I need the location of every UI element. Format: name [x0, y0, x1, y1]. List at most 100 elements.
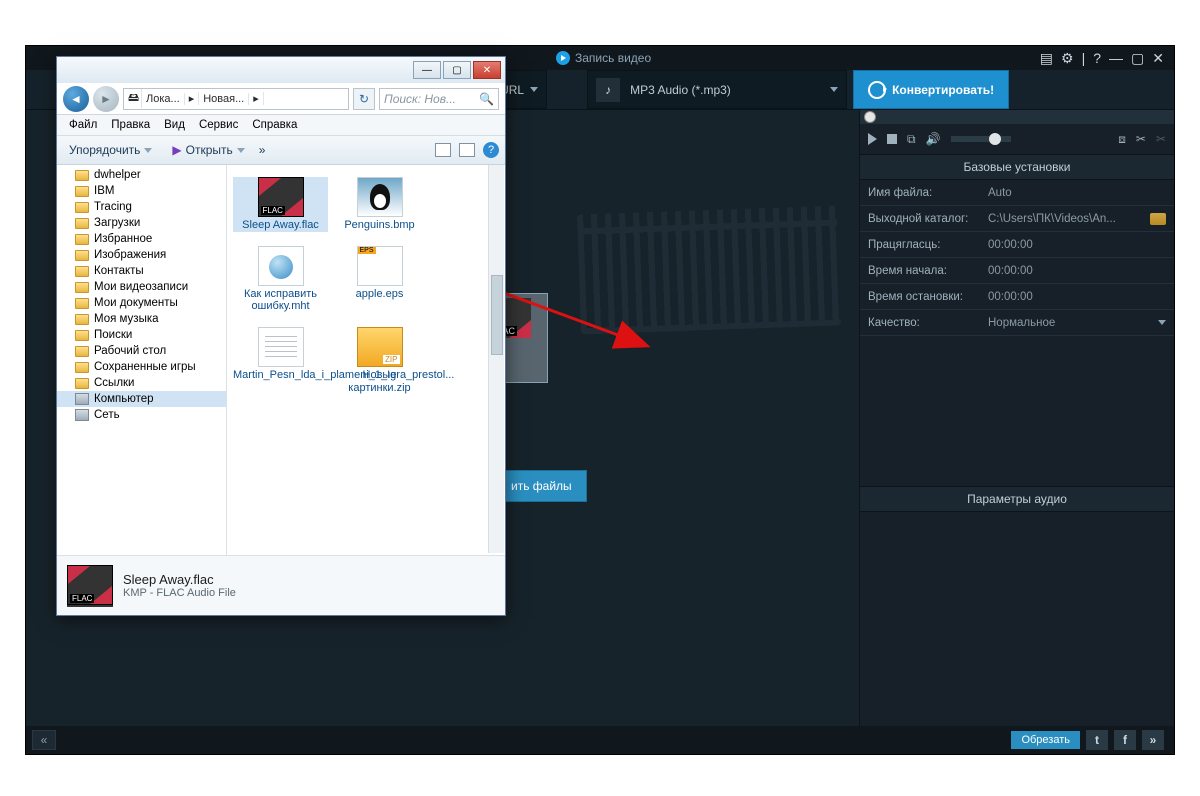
- tree-node[interactable]: IBM: [57, 183, 226, 199]
- chevron-right-icon: ▸: [185, 92, 200, 105]
- volume-slider[interactable]: [951, 136, 1011, 142]
- tree-node[interactable]: Tracing: [57, 199, 226, 215]
- crop-icon[interactable]: ⧈: [1118, 132, 1126, 147]
- output-format-select[interactable]: ♪ MP3 Audio (*.mp3): [587, 70, 847, 109]
- browse-folder-icon[interactable]: [1150, 213, 1166, 225]
- prop-stop[interactable]: Время остановки:00:00:00: [860, 284, 1174, 310]
- menu-service[interactable]: Сервис: [193, 117, 244, 133]
- maximize-button[interactable]: ▢: [1131, 50, 1144, 67]
- add-files-button[interactable]: ить файлы: [496, 470, 587, 502]
- explorer-menu: Файл Правка Вид Сервис Справка: [57, 115, 505, 135]
- folder-icon: [75, 346, 89, 357]
- tree-label: Рабочий стол: [94, 345, 166, 357]
- scrollbar-thumb[interactable]: [491, 275, 503, 355]
- tree-node[interactable]: Загрузки: [57, 215, 226, 231]
- breadcrumb-seg[interactable]: Лока...: [142, 93, 185, 105]
- convert-button[interactable]: Конвертировать!: [853, 70, 1009, 109]
- tree-node[interactable]: Поиски: [57, 327, 226, 343]
- breadcrumb[interactable]: 🖴 Лока...▸ Новая...▸: [123, 88, 349, 110]
- prop-quality[interactable]: Качество:Нормальное: [860, 310, 1174, 336]
- open-button[interactable]: ▶ Открыть: [166, 141, 250, 159]
- folder-icon: [75, 202, 89, 213]
- tree-node[interactable]: Мои документы: [57, 295, 226, 311]
- trim-button[interactable]: Обрезать: [1011, 731, 1080, 749]
- file-item[interactable]: Penguins.bmp: [332, 177, 427, 232]
- tree-node[interactable]: Избранное: [57, 231, 226, 247]
- minimize-button[interactable]: —: [413, 61, 441, 79]
- tree-node[interactable]: Моя музыка: [57, 311, 226, 327]
- file-label: Martin_Pesn_lda_i_plameni_1_Igra_prestol…: [233, 369, 328, 382]
- volume-icon[interactable]: 🔊: [926, 132, 941, 146]
- tree-label: Моя музыка: [94, 313, 159, 325]
- file-item[interactable]: FLACSleep Away.flac: [233, 177, 328, 232]
- tree-node[interactable]: Контакты: [57, 263, 226, 279]
- menu-help[interactable]: Справка: [246, 117, 303, 133]
- search-input[interactable]: Поиск: Нов... 🔍: [379, 88, 499, 110]
- folder-icon: [75, 282, 89, 293]
- volume-knob[interactable]: [989, 133, 1001, 145]
- tree-label: Сеть: [94, 409, 120, 421]
- close-button[interactable]: ✕: [1152, 50, 1164, 67]
- facebook-icon[interactable]: f: [1114, 730, 1136, 750]
- gear-icon[interactable]: ⚙: [1061, 50, 1074, 67]
- minimize-button[interactable]: —: [1109, 50, 1123, 66]
- file-item[interactable]: Martin_Pesn_lda_i_plameni_1_Igra_prestol…: [233, 327, 328, 394]
- seek-bar[interactable]: [860, 110, 1174, 124]
- collapse-button[interactable]: «: [32, 730, 56, 750]
- file-item[interactable]: EPSapple.eps: [332, 246, 427, 313]
- help-icon[interactable]: ?: [483, 142, 499, 158]
- folder-icon: [75, 362, 89, 373]
- tree-node-tree_network[interactable]: Сеть: [57, 407, 226, 423]
- help-icon[interactable]: ?: [1093, 50, 1101, 66]
- twitter-icon[interactable]: t: [1086, 730, 1108, 750]
- nav-back-button[interactable]: ◄: [63, 86, 89, 112]
- chevron-right-icon: ▸: [249, 92, 264, 105]
- tree-node[interactable]: Изображения: [57, 247, 226, 263]
- refresh-button[interactable]: ↻: [353, 88, 375, 110]
- tree-node-tree_computer[interactable]: Компьютер: [57, 391, 226, 407]
- share-icon[interactable]: »: [1142, 730, 1164, 750]
- explorer-titlebar[interactable]: — ▢ ✕: [57, 57, 505, 83]
- tree-node[interactable]: dwhelper: [57, 167, 226, 183]
- seek-knob[interactable]: [864, 111, 876, 123]
- folder-icon: [75, 218, 89, 229]
- file-list[interactable]: FLACSleep Away.flacPenguins.bmpКак испра…: [227, 165, 505, 555]
- tree-node[interactable]: Сохраненные игры: [57, 359, 226, 375]
- nav-forward-button[interactable]: ►: [93, 86, 119, 112]
- tree-label: Мои видеозаписи: [94, 281, 188, 293]
- menu-file[interactable]: Файл: [63, 117, 103, 133]
- folder-icon: [75, 314, 89, 325]
- file-item[interactable]: Как исправить ошибку.mht: [233, 246, 328, 313]
- close-button[interactable]: ✕: [473, 61, 501, 79]
- tree-node[interactable]: Рабочий стол: [57, 343, 226, 359]
- prop-outdir[interactable]: Выходной каталог:C:\Users\ПК\Videos\An..…: [860, 206, 1174, 232]
- audio-params-header[interactable]: Параметры аудио: [860, 486, 1174, 512]
- tab-label: Запись видео: [575, 51, 651, 65]
- snapshot-icon[interactable]: ⧉: [907, 132, 916, 147]
- tree-label: Загрузки: [94, 217, 140, 229]
- drive-icon: 🖴: [124, 89, 142, 108]
- prop-start[interactable]: Время начала:00:00:00: [860, 258, 1174, 284]
- play-button[interactable]: [868, 133, 877, 145]
- cut-disabled-icon: ✂: [1156, 132, 1166, 146]
- cut-icon[interactable]: ✂: [1136, 132, 1146, 146]
- breadcrumb-seg[interactable]: Новая...: [199, 93, 249, 105]
- tree-node[interactable]: Мои видеозаписи: [57, 279, 226, 295]
- folder-icon: [75, 234, 89, 245]
- settings-stack-icon[interactable]: ▤: [1040, 50, 1053, 67]
- view-options-icon[interactable]: [435, 143, 451, 157]
- tab-record-video[interactable]: Запись видео: [546, 48, 661, 68]
- menu-view[interactable]: Вид: [158, 117, 191, 133]
- toolbar-overflow[interactable]: »: [259, 143, 266, 157]
- explorer-toolbar: Упорядочить ▶ Открыть » ?: [57, 135, 505, 165]
- stop-button[interactable]: [887, 134, 897, 144]
- explorer-scrollbar[interactable]: [488, 165, 504, 553]
- nav-tree[interactable]: dwhelperIBMTracing Загрузки ИзбранноеИзобр…: [57, 165, 227, 555]
- side-panel: ⧉ 🔊 ⧈ ✂ ✂ Базовые установки Имя файла:Au…: [859, 110, 1174, 726]
- menu-edit[interactable]: Правка: [105, 117, 156, 133]
- maximize-button[interactable]: ▢: [443, 61, 471, 79]
- organize-button[interactable]: Упорядочить: [63, 141, 158, 159]
- file-item[interactable]: ZIPНовые картинки.zip: [332, 327, 427, 394]
- preview-pane-icon[interactable]: [459, 143, 475, 157]
- tree-node[interactable]: Ссылки: [57, 375, 226, 391]
